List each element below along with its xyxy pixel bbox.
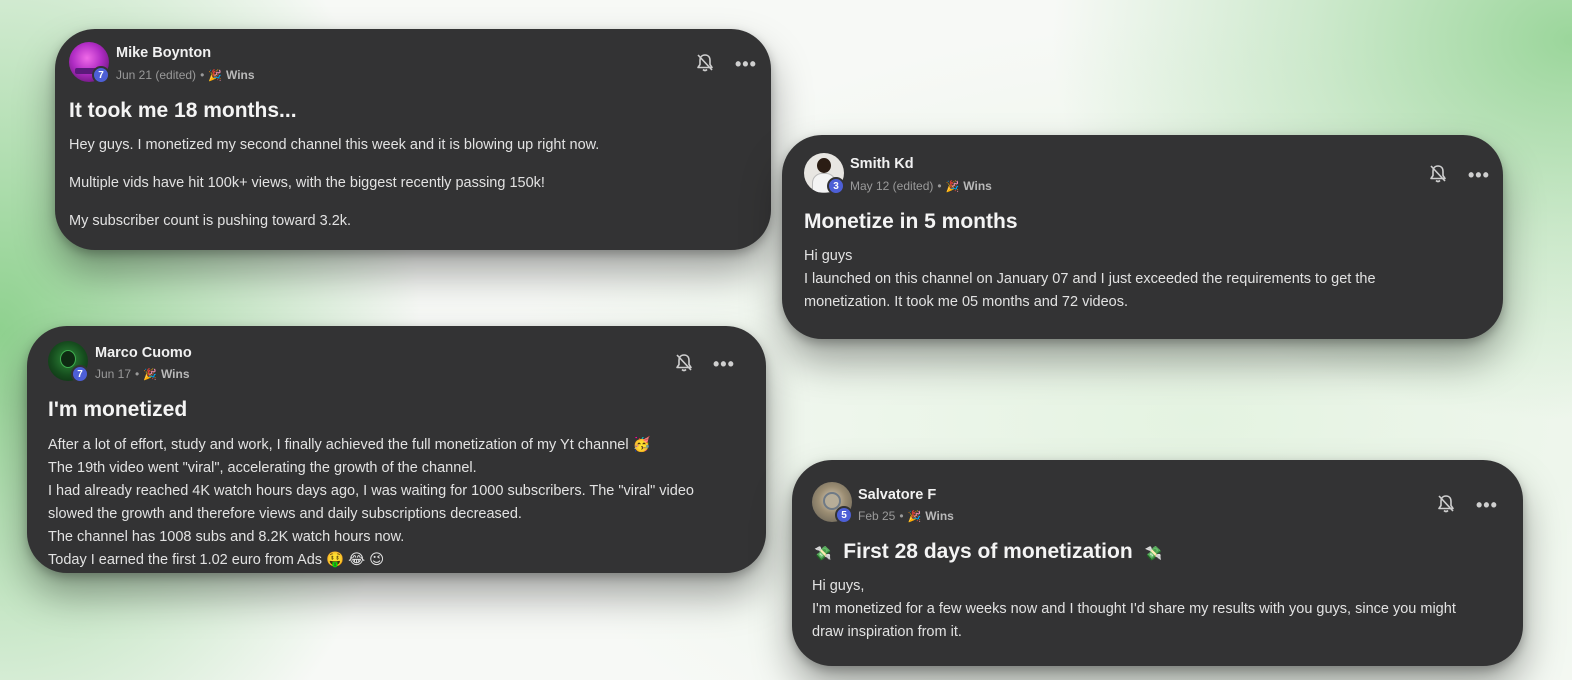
post-title[interactable]: 💸 First 28 days of monetization 💸 bbox=[814, 540, 1162, 564]
author-name[interactable]: Mike Boynton bbox=[116, 45, 211, 61]
money-wings-icon: 💸 bbox=[814, 546, 832, 562]
party-popper-icon: 🎉 bbox=[143, 368, 157, 381]
body-line: The 19th video went "viral", acceleratin… bbox=[48, 460, 477, 476]
body-line: The channel has 1008 subs and 8.2K watch… bbox=[48, 529, 405, 545]
post-date[interactable]: Jun 17 bbox=[95, 367, 131, 381]
post-date[interactable]: Jun 21 (edited) bbox=[116, 68, 196, 82]
post-meta: Feb 25 • 🎉 Wins bbox=[858, 509, 954, 523]
body-line: draw inspiration from it. bbox=[812, 624, 962, 640]
more-icon[interactable]: ••• bbox=[1468, 166, 1490, 184]
post-body: Hi guys, I'm monetized for a few weeks n… bbox=[812, 575, 1456, 644]
category-label[interactable]: Wins bbox=[226, 68, 255, 82]
post-meta: Jun 21 (edited) • 🎉 Wins bbox=[116, 68, 255, 82]
author-name[interactable]: Marco Cuomo bbox=[95, 345, 192, 361]
meta-separator: • bbox=[135, 367, 140, 381]
post-title[interactable]: I'm monetized bbox=[48, 398, 187, 422]
body-line: Today I earned the first 1.02 euro from … bbox=[48, 552, 385, 568]
post-meta: Jun 17 • 🎉 Wins bbox=[95, 367, 190, 381]
post-body: Hi guys I launched on this channel on Ja… bbox=[804, 245, 1376, 314]
post-card-salvatore-f[interactable]: 5 Salvatore F Feb 25 • 🎉 Wins ••• 💸 Firs… bbox=[792, 460, 1523, 666]
body-line: I'm monetized for a few weeks now and I … bbox=[812, 601, 1456, 617]
level-badge: 3 bbox=[827, 177, 845, 195]
post-card-marco-cuomo[interactable]: 7 Marco Cuomo Jun 17 • 🎉 Wins ••• I'm mo… bbox=[27, 326, 766, 573]
post-title[interactable]: It took me 18 months... bbox=[69, 99, 297, 123]
body-paragraph: My subscriber count is pushing toward 3.… bbox=[69, 213, 352, 229]
level-badge: 5 bbox=[835, 506, 853, 524]
more-icon[interactable]: ••• bbox=[713, 355, 735, 373]
party-popper-icon: 🎉 bbox=[208, 69, 222, 82]
post-meta: May 12 (edited) • 🎉 Wins bbox=[850, 179, 992, 193]
level-badge: 7 bbox=[71, 365, 89, 383]
body-line: monetization. It took me 05 months and 7… bbox=[804, 294, 1129, 310]
post-title[interactable]: Monetize in 5 months bbox=[804, 210, 1018, 234]
money-wings-icon: 💸 bbox=[1144, 546, 1162, 562]
author-name[interactable]: Smith Kd bbox=[850, 156, 914, 172]
post-body: After a lot of effort, study and work, I… bbox=[48, 434, 694, 572]
post-date[interactable]: May 12 (edited) bbox=[850, 179, 933, 193]
body-paragraph: Hey guys. I monetized my second channel … bbox=[69, 137, 600, 153]
post-card-mike-boynton[interactable]: 7 Mike Boynton Jun 21 (edited) • 🎉 Wins … bbox=[55, 29, 771, 250]
body-line: I launched on this channel on January 07… bbox=[804, 271, 1376, 287]
bell-off-icon[interactable] bbox=[675, 353, 693, 373]
more-icon[interactable]: ••• bbox=[1476, 496, 1498, 514]
post-body: Hey guys. I monetized my second channel … bbox=[69, 134, 599, 233]
category-label[interactable]: Wins bbox=[925, 509, 954, 523]
body-line: Hi guys, bbox=[812, 578, 865, 594]
more-icon[interactable]: ••• bbox=[735, 55, 757, 73]
bell-off-icon[interactable] bbox=[696, 53, 714, 73]
post-date[interactable]: Feb 25 bbox=[858, 509, 895, 523]
post-title-text: First 28 days of monetization bbox=[843, 540, 1133, 563]
body-paragraph: Multiple vids have hit 100k+ views, with… bbox=[69, 175, 545, 191]
meta-separator: • bbox=[899, 509, 904, 523]
party-popper-icon: 🎉 bbox=[907, 510, 922, 523]
post-card-smith-kd[interactable]: 3 Smith Kd May 12 (edited) • 🎉 Wins ••• … bbox=[782, 135, 1503, 339]
body-line: Hi guys bbox=[804, 248, 853, 264]
category-label[interactable]: Wins bbox=[963, 179, 992, 193]
author-name[interactable]: Salvatore F bbox=[858, 487, 936, 503]
meta-separator: • bbox=[200, 68, 205, 82]
category-label[interactable]: Wins bbox=[161, 367, 190, 381]
body-line: After a lot of effort, study and work, I… bbox=[48, 437, 651, 453]
bell-off-icon[interactable] bbox=[1437, 494, 1455, 514]
body-line: I had already reached 4K watch hours day… bbox=[48, 483, 694, 499]
level-badge: 7 bbox=[92, 66, 110, 84]
body-line: slowed the growth and therefore views an… bbox=[48, 506, 522, 522]
meta-separator: • bbox=[937, 179, 942, 193]
party-popper-icon: 🎉 bbox=[945, 180, 960, 193]
bell-off-icon[interactable] bbox=[1429, 164, 1447, 184]
